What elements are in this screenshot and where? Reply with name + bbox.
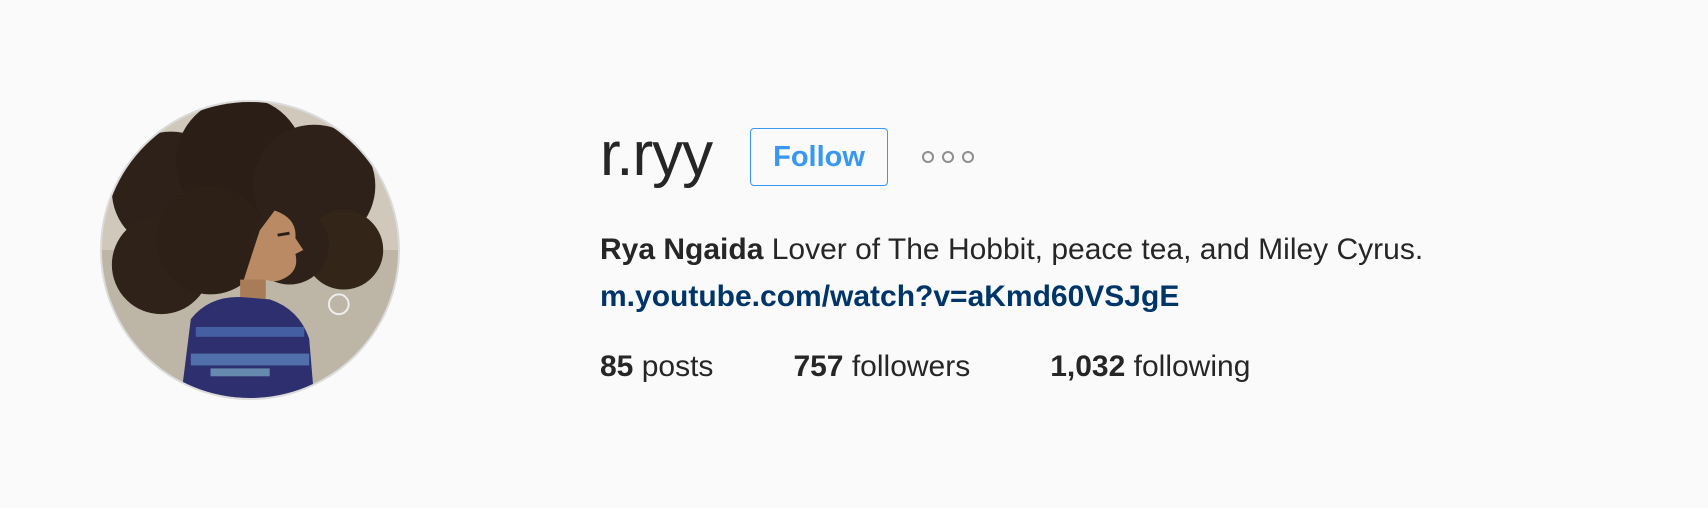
stat-followers[interactable]: 757 followers (793, 350, 970, 384)
bio-link[interactable]: m.youtube.com/watch?v=aKmd60VSJgE (600, 274, 1640, 320)
stat-count: 757 (793, 350, 844, 383)
ellipsis-dot (961, 151, 974, 163)
profile-username: r.ryy (600, 120, 713, 189)
stat-label: posts (641, 350, 714, 383)
profile-header: r.ryy Follow (600, 118, 1640, 196)
stat-following[interactable]: 1,032 following (1050, 350, 1250, 384)
avatar-illustration (102, 102, 398, 398)
bio-text: Lover of The Hobbit, peace tea, and Mile… (771, 233, 1424, 266)
profile-info: r.ryy Follow Rya Ngaida Lover of The Hob… (600, 118, 1640, 384)
stat-label: followers (851, 350, 971, 383)
profile-full-name: Rya Ngaida (600, 233, 764, 266)
stat-posts[interactable]: 85 posts (600, 350, 713, 384)
ellipsis-dot (941, 151, 954, 163)
ellipsis-dot (921, 151, 934, 163)
stat-label: following (1133, 350, 1251, 383)
profile-bio: Rya Ngaida Lover of The Hobbit, peace te… (600, 226, 1640, 320)
profile-avatar[interactable] (100, 100, 400, 400)
stat-count: 1,032 (1050, 350, 1126, 383)
ellipsis-icon[interactable] (920, 145, 976, 169)
stat-count: 85 (600, 350, 634, 383)
follow-button[interactable]: Follow (750, 128, 888, 186)
profile-stats: 85 posts 757 followers 1,032 following (600, 350, 1640, 384)
